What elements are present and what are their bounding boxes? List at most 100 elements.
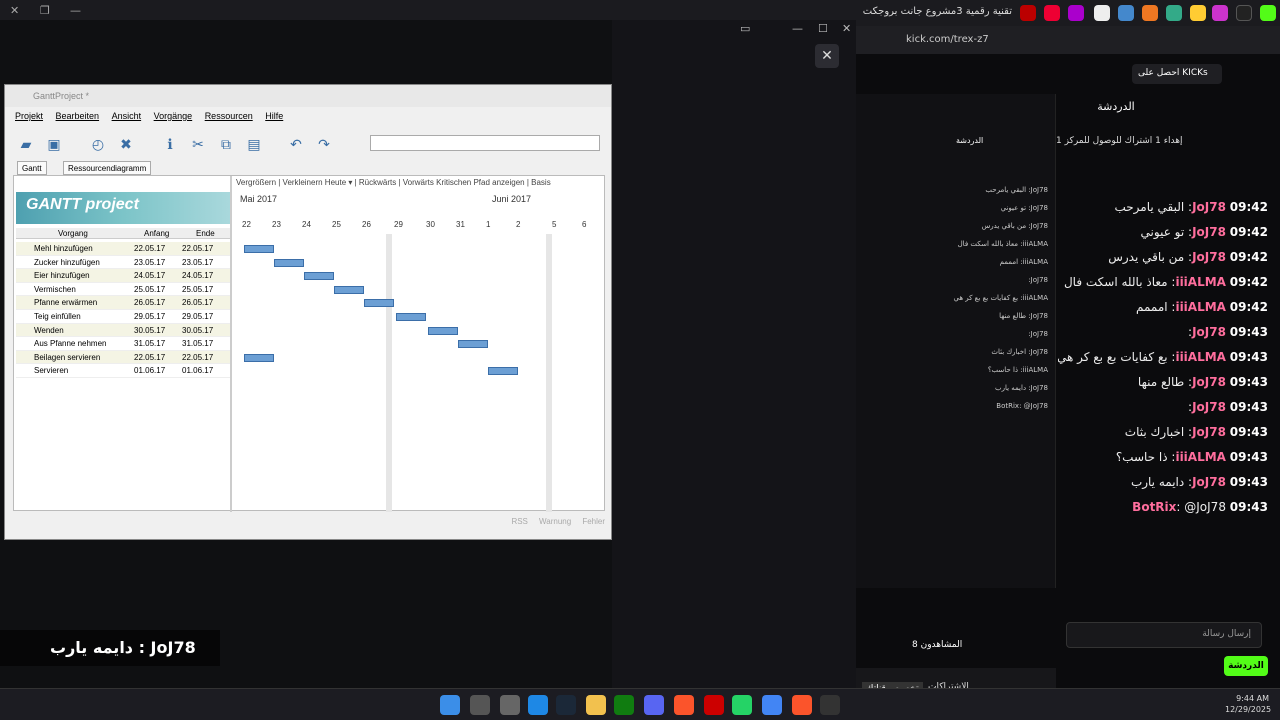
task-row[interactable]: Zucker hinzufügen 23.05.17 23.05.17 — [16, 256, 230, 270]
menu-projekt[interactable]: Projekt — [15, 111, 43, 121]
task-bar[interactable] — [364, 299, 394, 308]
menu-bearbeiten[interactable]: Bearbeiten — [56, 111, 100, 121]
whatsapp-icon[interactable] — [732, 695, 752, 715]
menu-ansicht[interactable]: Ansicht — [112, 111, 142, 121]
brave-icon[interactable] — [792, 695, 812, 715]
message-user[interactable]: JoJ78 — [1192, 400, 1226, 414]
chrome-icon[interactable] — [762, 695, 782, 715]
task-row[interactable]: Mehl hinzufügen 22.05.17 22.05.17 — [16, 242, 230, 256]
task-row[interactable]: Wenden 30.05.17 30.05.17 — [16, 323, 230, 338]
get-kicks-button[interactable]: احصل على KICKs — [1132, 64, 1222, 84]
youtube-tab-icon[interactable] — [1020, 5, 1036, 21]
chat-message[interactable]: 09:43 iiiALMA: بع كفايات بع بع كر هي — [1058, 350, 1268, 364]
save-icon[interactable]: ▣ — [45, 135, 63, 153]
task-bar[interactable] — [244, 353, 274, 362]
app-icon[interactable] — [704, 695, 724, 715]
col-vorgang[interactable]: Vorgang — [58, 229, 88, 238]
window-restore-icon[interactable]: ❐ — [40, 4, 50, 17]
system-clock[interactable]: 9:44 AM 12/29/2025 — [1225, 693, 1271, 715]
open-folder-icon[interactable]: ▰ — [17, 135, 35, 153]
task-row[interactable]: Teig einfüllen 29.05.17 29.05.17 — [16, 310, 230, 324]
tab-icon[interactable] — [1118, 5, 1134, 21]
chat-message[interactable]: 09:42 iiiALMA: معاذ بالله اسكت فال — [1058, 275, 1268, 289]
tab-icon[interactable] — [1212, 5, 1228, 21]
message-user[interactable]: JoJ78 — [1192, 375, 1226, 389]
clock-icon[interactable]: ◴ — [89, 135, 107, 153]
tab-title[interactable]: تقنية رقمية 3مشروع جانت بروجكت ECT — [862, 6, 1012, 17]
tab-ressourcendiagramm[interactable]: Ressourcendiagramm — [63, 161, 152, 175]
kick-tab-icon[interactable] — [1260, 5, 1276, 21]
window-minimize-icon[interactable]: — — [70, 4, 81, 17]
cut-icon[interactable]: ✂ — [189, 135, 207, 153]
tab-gantt[interactable]: Gantt — [17, 161, 47, 175]
search-icon[interactable] — [470, 695, 490, 715]
minimize-icon[interactable]: — — [792, 22, 803, 35]
message-user[interactable]: iiiALMA — [1175, 350, 1226, 364]
message-user[interactable]: iiiALMA — [1175, 300, 1226, 314]
paste-icon[interactable]: ▤ — [245, 135, 263, 153]
redo-icon[interactable]: ↷ — [315, 135, 333, 153]
pip-icon[interactable]: ▭ — [740, 22, 750, 35]
col-anfang[interactable]: Anfang — [144, 229, 169, 238]
start-icon[interactable] — [440, 695, 460, 715]
chat-message[interactable]: 09:43 JoJ78: دايمه يارب — [1058, 475, 1268, 489]
col-ende[interactable]: Ende — [196, 229, 215, 238]
menu-vorgaenge[interactable]: Vorgänge — [154, 111, 193, 121]
task-bar[interactable] — [458, 340, 488, 349]
message-user[interactable]: JoJ78 — [1192, 325, 1226, 339]
chat-message[interactable]: 09:43 iiiALMA: ذا حاسب؟ — [1058, 450, 1268, 464]
task-row[interactable]: Pfanne erwärmen 26.05.17 26.05.17 — [16, 296, 230, 310]
tab-icon[interactable] — [1190, 5, 1206, 21]
chat-message[interactable]: 09:42 JoJ78: من باقي يدرس — [1058, 250, 1268, 264]
menu-hilfe[interactable]: Hilfe — [265, 111, 283, 121]
task-view-icon[interactable] — [500, 695, 520, 715]
close-icon[interactable]: ✕ — [842, 22, 851, 35]
task-row[interactable]: Beilagen servieren 22.05.17 22.05.17 — [16, 350, 230, 365]
chat-message[interactable]: 09:42 JoJ78: تو عيوني — [1058, 225, 1268, 239]
tab-icon[interactable] — [1142, 5, 1158, 21]
tab-icon[interactable] — [1044, 5, 1060, 21]
url-text[interactable]: kick.com/trex-z7 — [906, 34, 989, 45]
menu-ressourcen[interactable]: Ressourcen — [205, 111, 253, 121]
chat-message[interactable]: 09:43 JoJ78: — [1058, 325, 1268, 339]
message-user[interactable]: iiiALMA — [1175, 450, 1226, 464]
status-rss[interactable]: RSS — [511, 517, 527, 526]
task-bar[interactable] — [396, 313, 426, 321]
chat-message[interactable]: 09:42 JoJ78: البقي يامرحب — [1058, 200, 1268, 214]
close-overlay-button[interactable]: ✕ — [815, 44, 839, 68]
task-bar[interactable] — [428, 326, 458, 335]
status-warnung[interactable]: Warnung — [539, 517, 571, 526]
message-user[interactable]: iiiALMA — [1175, 275, 1226, 289]
task-row[interactable]: Eier hinzufügen 24.05.17 24.05.17 — [16, 269, 230, 283]
address-bar[interactable]: kick.com/trex-z7 — [856, 26, 1280, 54]
obs-icon[interactable] — [820, 695, 840, 715]
info-icon[interactable]: ℹ — [161, 135, 179, 153]
task-bar[interactable] — [334, 285, 364, 294]
task-bar[interactable] — [274, 258, 304, 267]
task-bar[interactable] — [244, 245, 274, 253]
brave-icon[interactable] — [674, 695, 694, 715]
chat-message[interactable]: 09:42 iiiALMA: امممم — [1058, 300, 1268, 314]
tab-icon[interactable] — [1166, 5, 1182, 21]
send-message-input[interactable]: إرسال رسالة — [1066, 622, 1262, 648]
chart-toolbar[interactable]: Vergrößern | Verkleinern Heute ▾ | Rückw… — [236, 178, 606, 190]
chat-message[interactable]: 09:43 JoJ78: — [1058, 400, 1268, 414]
copy-icon[interactable]: ⧉ — [217, 135, 235, 153]
delete-icon[interactable]: ✖ — [117, 135, 135, 153]
message-user[interactable]: BotRix — [1132, 500, 1176, 514]
task-row[interactable]: Servieren 01.06.17 01.06.17 — [16, 364, 230, 378]
chat-message[interactable]: 09:43 BotRix: @JoJ78 — [1058, 500, 1268, 514]
message-user[interactable]: JoJ78 — [1192, 475, 1226, 489]
window-close-icon[interactable]: ✕ — [10, 4, 19, 17]
tab-icon[interactable] — [1094, 5, 1110, 21]
chat-send-button[interactable]: الدردشة — [1224, 656, 1268, 676]
message-user[interactable]: JoJ78 — [1192, 250, 1226, 264]
search-input[interactable] — [370, 135, 600, 151]
maximize-icon[interactable]: ☐ — [818, 22, 828, 35]
file-explorer-icon[interactable] — [586, 695, 606, 715]
discord-icon[interactable] — [644, 695, 664, 715]
message-user[interactable]: JoJ78 — [1192, 200, 1226, 214]
tiktok-tab-icon[interactable] — [1236, 5, 1252, 21]
edge-icon[interactable] — [528, 695, 548, 715]
xbox-icon[interactable] — [614, 695, 634, 715]
